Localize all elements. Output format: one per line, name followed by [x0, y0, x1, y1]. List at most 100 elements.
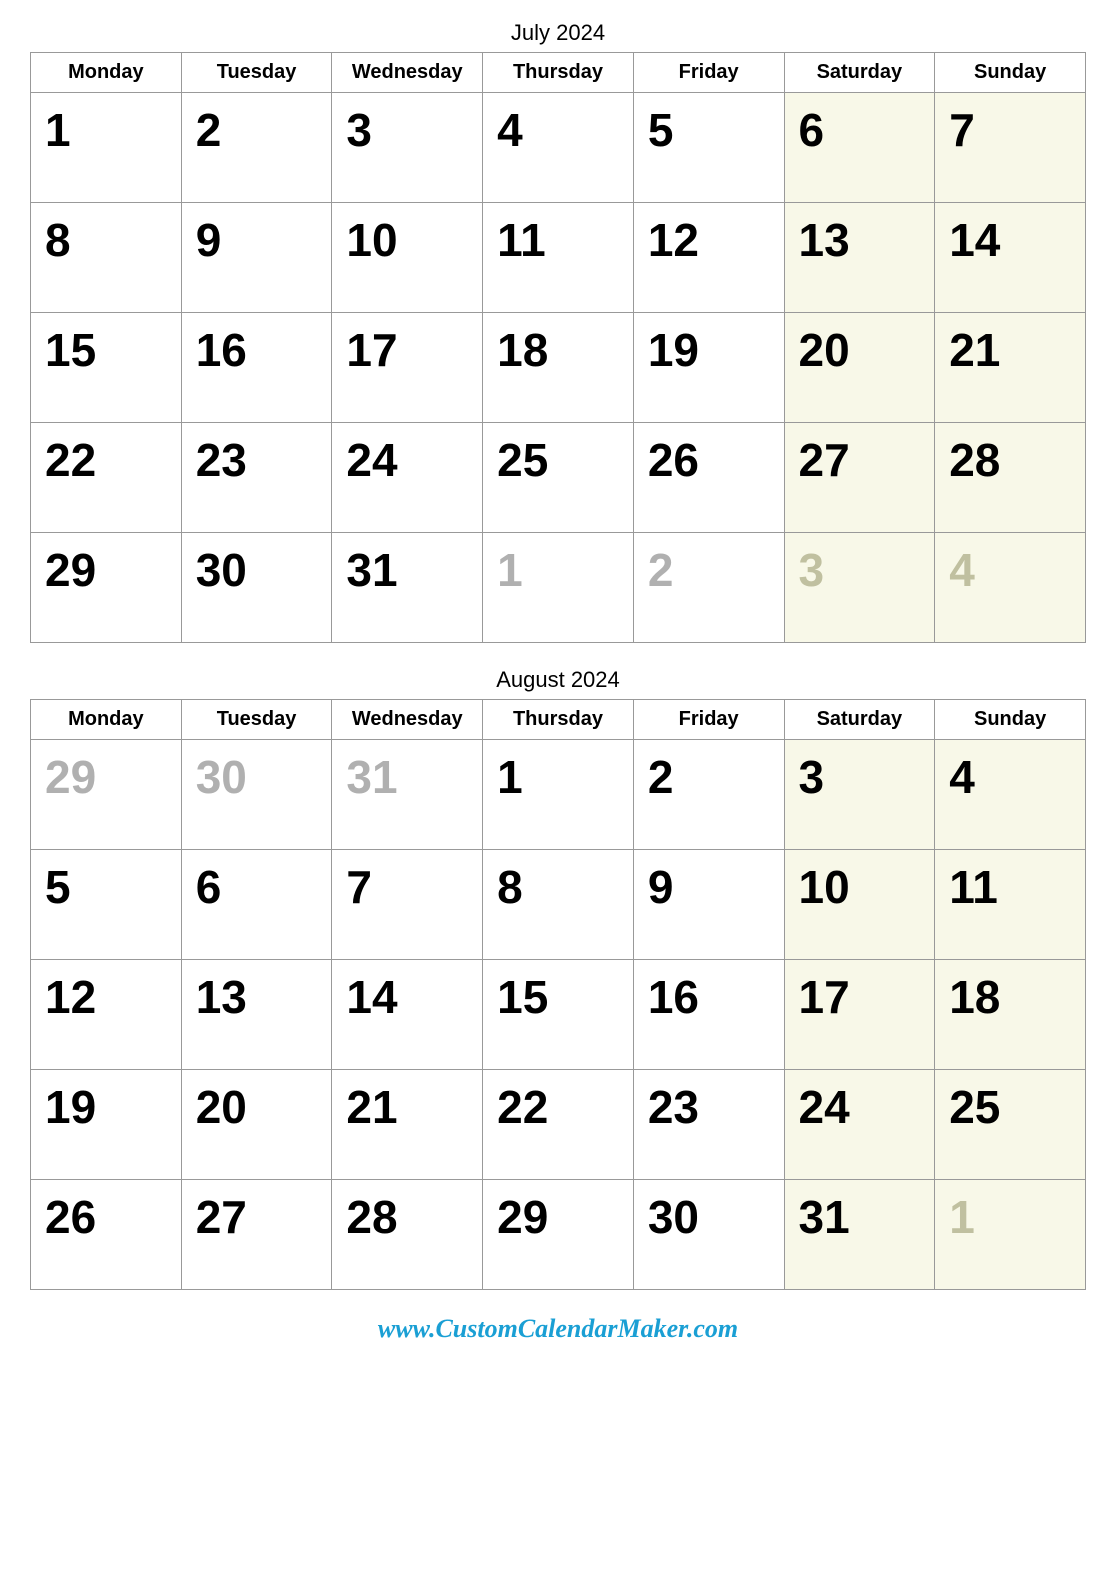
calendar-day: 28	[935, 423, 1086, 533]
august-calendar: August 2024 MondayTuesdayWednesdayThursd…	[30, 667, 1086, 1290]
table-row: 15161718192021	[31, 313, 1086, 423]
calendar-day: 8	[483, 850, 634, 960]
calendar-day: 1	[483, 740, 634, 850]
col-header-tuesday: Tuesday	[181, 700, 332, 740]
calendar-day: 30	[181, 533, 332, 643]
calendar-day: 2	[633, 740, 784, 850]
col-header-monday: Monday	[31, 53, 182, 93]
calendar-day: 12	[31, 960, 182, 1070]
calendar-day: 19	[31, 1070, 182, 1180]
calendar-day: 5	[31, 850, 182, 960]
col-header-friday: Friday	[633, 700, 784, 740]
col-header-tuesday: Tuesday	[181, 53, 332, 93]
table-row: 12131415161718	[31, 960, 1086, 1070]
calendar-day: 22	[31, 423, 182, 533]
calendar-day: 16	[181, 313, 332, 423]
calendar-day: 19	[633, 313, 784, 423]
col-header-saturday: Saturday	[784, 53, 935, 93]
calendar-day: 22	[483, 1070, 634, 1180]
table-row: 891011121314	[31, 203, 1086, 313]
calendar-day: 16	[633, 960, 784, 1070]
col-header-saturday: Saturday	[784, 700, 935, 740]
calendar-day: 5	[633, 93, 784, 203]
calendar-day: 6	[784, 93, 935, 203]
calendar-day: 1	[483, 533, 634, 643]
table-row: 2930311234	[31, 740, 1086, 850]
calendar-day: 2	[633, 533, 784, 643]
col-header-thursday: Thursday	[483, 53, 634, 93]
calendar-day: 4	[935, 740, 1086, 850]
col-header-monday: Monday	[31, 700, 182, 740]
calendar-day: 26	[31, 1180, 182, 1290]
calendar-day: 7	[332, 850, 483, 960]
calendar-day: 8	[31, 203, 182, 313]
calendar-day: 4	[483, 93, 634, 203]
calendar-day: 31	[332, 533, 483, 643]
calendar-day: 27	[784, 423, 935, 533]
calendar-day: 29	[31, 740, 182, 850]
calendar-day: 17	[784, 960, 935, 1070]
calendar-day: 20	[784, 313, 935, 423]
footer-link[interactable]: www.CustomCalendarMaker.com	[30, 1314, 1086, 1344]
calendar-day: 31	[332, 740, 483, 850]
calendar-day: 4	[935, 533, 1086, 643]
calendar-day: 24	[332, 423, 483, 533]
calendar-day: 10	[784, 850, 935, 960]
table-row: 22232425262728	[31, 423, 1086, 533]
calendar-day: 25	[483, 423, 634, 533]
calendar-day: 9	[181, 203, 332, 313]
col-header-thursday: Thursday	[483, 700, 634, 740]
calendar-day: 13	[181, 960, 332, 1070]
calendar-day: 18	[935, 960, 1086, 1070]
july-calendar: July 2024 MondayTuesdayWednesdayThursday…	[30, 20, 1086, 643]
july-body: 1234567891011121314151617181920212223242…	[31, 93, 1086, 643]
calendar-day: 14	[332, 960, 483, 1070]
august-table: MondayTuesdayWednesdayThursdayFridaySatu…	[30, 699, 1086, 1290]
calendar-day: 11	[935, 850, 1086, 960]
calendar-day: 29	[483, 1180, 634, 1290]
august-header-row: MondayTuesdayWednesdayThursdayFridaySatu…	[31, 700, 1086, 740]
calendar-day: 9	[633, 850, 784, 960]
table-row: 19202122232425	[31, 1070, 1086, 1180]
calendar-day: 12	[633, 203, 784, 313]
august-title: August 2024	[30, 667, 1086, 693]
july-header-row: MondayTuesdayWednesdayThursdayFridaySatu…	[31, 53, 1086, 93]
calendar-day: 6	[181, 850, 332, 960]
calendar-day: 18	[483, 313, 634, 423]
table-row: 567891011	[31, 850, 1086, 960]
calendar-day: 15	[31, 313, 182, 423]
table-row: 2627282930311	[31, 1180, 1086, 1290]
calendar-day: 17	[332, 313, 483, 423]
calendar-day: 21	[935, 313, 1086, 423]
calendar-day: 15	[483, 960, 634, 1070]
calendar-day: 30	[633, 1180, 784, 1290]
calendar-day: 21	[332, 1070, 483, 1180]
calendar-day: 26	[633, 423, 784, 533]
calendar-day: 30	[181, 740, 332, 850]
calendar-day: 11	[483, 203, 634, 313]
calendar-day: 3	[784, 533, 935, 643]
calendar-day: 3	[332, 93, 483, 203]
august-body: 2930311234567891011121314151617181920212…	[31, 740, 1086, 1290]
calendar-day: 1	[31, 93, 182, 203]
calendar-day: 27	[181, 1180, 332, 1290]
calendar-day: 1	[935, 1180, 1086, 1290]
calendar-day: 10	[332, 203, 483, 313]
calendar-day: 7	[935, 93, 1086, 203]
calendar-day: 3	[784, 740, 935, 850]
table-row: 1234567	[31, 93, 1086, 203]
table-row: 2930311234	[31, 533, 1086, 643]
calendar-day: 29	[31, 533, 182, 643]
july-title: July 2024	[30, 20, 1086, 46]
calendar-day: 31	[784, 1180, 935, 1290]
july-table: MondayTuesdayWednesdayThursdayFridaySatu…	[30, 52, 1086, 643]
calendar-day: 28	[332, 1180, 483, 1290]
col-header-wednesday: Wednesday	[332, 700, 483, 740]
calendar-day: 13	[784, 203, 935, 313]
calendar-day: 24	[784, 1070, 935, 1180]
col-header-friday: Friday	[633, 53, 784, 93]
calendar-day: 25	[935, 1070, 1086, 1180]
col-header-sunday: Sunday	[935, 700, 1086, 740]
calendar-day: 14	[935, 203, 1086, 313]
calendar-day: 2	[181, 93, 332, 203]
